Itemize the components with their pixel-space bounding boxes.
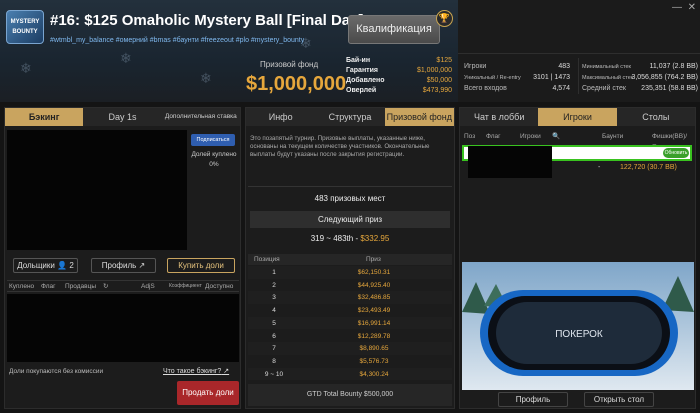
players-value: 483	[558, 63, 570, 70]
table-row: 4 $23,493.49	[272, 307, 391, 315]
tab-lobby-chat[interactable]: Чат в лобби	[460, 108, 539, 126]
table-row: 2 $44,925.40	[272, 281, 391, 289]
shares-table-header: Куплено Флаг Продавцы ↻ AdjS Коэффициент…	[7, 280, 239, 292]
table-row: 7 $8,890.65	[248, 342, 452, 355]
table-row: 6 $12,289.78	[272, 332, 391, 340]
total-entries-label: Всего входов	[464, 85, 507, 92]
player-chips: 122,720 (30.7 BB)	[620, 164, 677, 171]
tab-backing[interactable]: Бэкинг	[5, 108, 84, 126]
prize-table: 1 $62,150.31 2 $44,925.40 3 $32,486.85 4 $23…	[248, 266, 452, 381]
prize-table-header: Позиция Приз	[248, 254, 452, 265]
backing-panel: Бэкинг Day 1s Дополнительная ставка Подп…	[4, 107, 241, 409]
qualification-button[interactable]: Квалификация	[348, 15, 440, 44]
players-table-header: Поз Флаг Игроки 🔍 Баунти Фишки(BB)/Приз	[464, 131, 688, 151]
no-commission-text: Доли покупаются без комиссии	[9, 368, 104, 375]
tab-extra-bet[interactable]: Дополнительная ставка	[161, 108, 240, 126]
tab-tables[interactable]: Столы	[616, 108, 695, 126]
sharers-button[interactable]: Дольщики 👤 2	[13, 258, 78, 273]
info-text: Это позапятый турнир. Призовые выплаты, …	[250, 135, 430, 158]
min-stack-label: Минимальный стек	[582, 64, 631, 70]
buy-shares-button[interactable]: Купить доли	[167, 258, 235, 273]
tournament-logo: MYSTERY BOUNTY	[6, 10, 44, 44]
refresh-button[interactable]: Обновить	[663, 148, 689, 158]
open-table-button[interactable]: Открыть стол	[584, 392, 654, 407]
next-prize-label: Следующий приз	[250, 211, 450, 228]
buyin-values: $125 $1,000,000 $50,000 $473,990	[416, 57, 452, 94]
player-name-redacted	[468, 146, 552, 178]
search-icon[interactable]: 🔍	[552, 131, 560, 142]
unique-label: Уникальный / Re-entry	[464, 75, 521, 81]
close-icon[interactable]: ✕	[688, 2, 696, 13]
tournament-title: #16: $125 Omaholic Mystery Ball [Final D…	[50, 12, 364, 29]
backing-profile-button[interactable]: Профиль ↗	[91, 258, 156, 273]
external-link-icon: ↗	[138, 261, 146, 270]
avg-stack-label: Средний стек	[582, 85, 626, 92]
min-stack-value: 11,037 (2.8 BB)	[649, 63, 698, 70]
tab-players[interactable]: Игроки	[538, 108, 617, 126]
shares-bought-label: Долей куплено	[191, 151, 237, 158]
unique-value: 3101 | 1473	[533, 74, 570, 81]
poker-table-image: ПОКЕРОК	[462, 276, 694, 376]
next-prize: 319 ~ 483th - $332.95	[310, 234, 390, 243]
sell-shares-button[interactable]: Продать доли	[177, 381, 239, 405]
tab-day1s[interactable]: Day 1s	[83, 108, 162, 126]
total-entries-value: 4,574	[552, 85, 570, 92]
table-preview[interactable]: ПОКЕРОК	[462, 262, 694, 390]
person-icon: 👤	[57, 261, 68, 270]
subscribe-button[interactable]: Подписаться	[191, 134, 235, 146]
avg-stack-value: 235,351 (58.8 BB)	[641, 85, 698, 92]
tournament-tags: #wtmbl_my_balance #омерний #bmas #баунти…	[50, 37, 305, 44]
refresh-icon[interactable]: ↻	[103, 281, 108, 292]
player-bounty: -	[598, 164, 601, 171]
table-row: 1 $62,150.31	[248, 266, 452, 279]
players-label: Игроки	[464, 63, 487, 70]
shares-bought-value: 0%	[209, 161, 219, 168]
minimize-icon[interactable]: —	[672, 2, 682, 13]
shares-list	[7, 294, 239, 362]
what-is-backing-link[interactable]: Что такое бэкинг? ↗	[163, 367, 229, 375]
player-profile-button[interactable]: Профиль	[498, 392, 568, 407]
table-row: 3 $32,486.85	[248, 291, 452, 305]
table-row: 8 $5,576.73	[272, 357, 389, 365]
prize-panel: Инфо Структура Призовой фонд Это позапят…	[245, 107, 455, 409]
table-row: 5 $16,991.14	[248, 316, 452, 330]
prize-fund-label: Призовой фонд	[260, 60, 319, 69]
tab-info[interactable]: Инфо	[246, 108, 316, 126]
window-controls[interactable]: — ✕	[672, 2, 696, 13]
tournament-stats: — ✕ Игроки 483 Уникальный / Re-entry 310…	[458, 0, 700, 102]
backing-content	[7, 130, 187, 250]
tab-structure[interactable]: Структура	[315, 108, 385, 126]
table-row: 9 ~ 10 $4,300.24	[248, 367, 452, 381]
bounty-footer: GTD Total Bounty $500,000	[248, 384, 452, 406]
prize-fund-value: $1,000,000	[246, 73, 347, 95]
players-panel: Чат в лобби Игроки Столы Поз Флаг Игроки…	[459, 107, 696, 409]
buyin-labels: Бай-ин Гарантия Добавлено Оверлей	[346, 57, 385, 94]
tab-prize-fund[interactable]: Призовой фонд	[384, 108, 454, 126]
max-stack-value: 3,056,855 (764.2 BB)	[631, 74, 698, 81]
trophy-icon[interactable]: 🏆	[436, 10, 453, 27]
prize-places: 483 призовых мест	[314, 194, 386, 203]
table-logo: ПОКЕРОК	[555, 329, 603, 340]
